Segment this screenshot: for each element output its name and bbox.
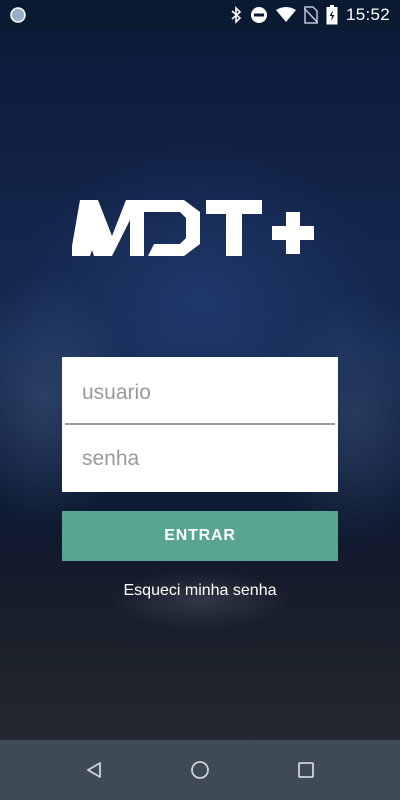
forgot-password-link[interactable]: Esqueci minha senha xyxy=(0,582,400,600)
login-button[interactable]: ENTRAR xyxy=(62,511,338,561)
home-icon[interactable] xyxy=(188,758,212,782)
bluetooth-icon xyxy=(230,6,242,24)
navigation-bar xyxy=(0,740,400,800)
battery-charging-icon xyxy=(326,5,338,25)
password-input[interactable] xyxy=(62,431,338,487)
no-sim-icon xyxy=(303,6,318,24)
field-divider xyxy=(65,423,335,425)
circle-notification-icon xyxy=(10,7,26,23)
wifi-icon xyxy=(275,7,296,23)
recents-icon[interactable] xyxy=(294,758,318,782)
back-icon[interactable] xyxy=(82,758,106,782)
login-screen: 15:52 ENTRAR Esqueci minha senha xyxy=(0,0,400,800)
status-time: 15:52 xyxy=(345,5,390,24)
login-form xyxy=(62,357,338,492)
username-input[interactable] xyxy=(62,365,338,421)
do-not-disturb-icon xyxy=(250,6,268,24)
status-bar: 15:52 xyxy=(0,0,400,30)
app-logo xyxy=(72,200,314,256)
